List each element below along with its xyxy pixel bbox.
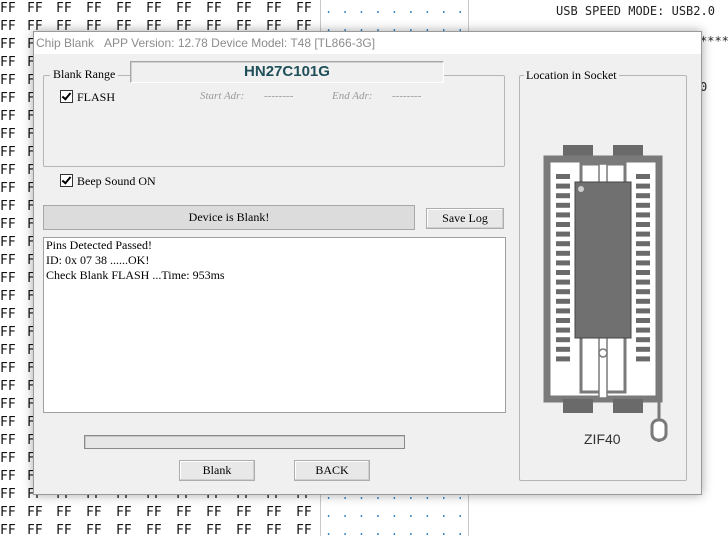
socket-pin xyxy=(636,356,650,362)
socket-pin xyxy=(556,202,570,208)
socket-pin xyxy=(556,174,570,179)
socket-pin xyxy=(556,308,570,314)
socket-pin xyxy=(556,183,570,189)
socket-pin xyxy=(556,318,570,323)
socket-pin xyxy=(556,222,570,227)
title-bar[interactable]: Chip Blank APP Version: 12.78 Device Mod… xyxy=(34,32,701,54)
status-bar: Device is Blank! xyxy=(43,205,415,230)
log-output[interactable]: Pins Detected Passed! ID: 0x 07 38 .....… xyxy=(43,237,506,413)
socket-pin xyxy=(556,193,570,199)
app-version-info: APP Version: 12.78 Device Model: T48 [TL… xyxy=(104,36,376,50)
flash-checkbox[interactable] xyxy=(60,90,73,103)
socket-pin xyxy=(556,327,570,333)
log-line: ID: 0x 07 38 ......OK! xyxy=(46,253,150,267)
chip-blank-dialog: Chip Blank APP Version: 12.78 Device Mod… xyxy=(33,31,702,495)
beep-sound-checkbox[interactable] xyxy=(60,174,73,187)
zif40-label: ZIF40 xyxy=(584,431,621,447)
socket-pin xyxy=(636,289,650,295)
blank-button[interactable]: Blank xyxy=(179,460,255,481)
socket-pin xyxy=(636,202,650,208)
save-log-button[interactable]: Save Log xyxy=(426,208,504,229)
stars-text: **** xyxy=(700,34,728,48)
chip-pin1-dot xyxy=(578,186,584,192)
socket-pin xyxy=(556,231,570,237)
location-in-socket-label: Location in Socket xyxy=(524,68,619,83)
start-address-label: Start Adr: xyxy=(200,90,245,102)
flash-label: FLASH xyxy=(77,90,116,104)
zif-socket-diagram xyxy=(543,145,668,442)
socket-pin xyxy=(556,356,570,362)
usb-speed-text: USB SPEED MODE: USB2.0 xyxy=(556,4,715,18)
end-address-value: -------- xyxy=(392,90,422,102)
socket-pin xyxy=(556,337,570,343)
socket-pin xyxy=(556,346,570,352)
socket-lever-handle xyxy=(650,418,668,442)
log-line: Pins Detected Passed! xyxy=(46,238,152,252)
socket-pin xyxy=(636,337,650,343)
start-address-value: -------- xyxy=(264,90,294,102)
window-title: Chip Blank xyxy=(36,36,95,50)
end-address-label: End Adr: xyxy=(332,90,373,102)
socket-pin xyxy=(636,260,650,266)
blank-range-group xyxy=(43,75,505,167)
socket-pin xyxy=(636,250,650,256)
progress-bar xyxy=(84,435,405,449)
log-line: Check Blank FLASH ...Time: 953ms xyxy=(46,268,225,282)
socket-pin xyxy=(636,183,650,189)
chip-body xyxy=(574,181,632,339)
socket-pin xyxy=(636,327,650,333)
socket-pin xyxy=(636,193,650,199)
beep-sound-label: Beep Sound ON xyxy=(77,174,156,188)
socket-pin xyxy=(636,241,650,247)
socket-lever-pivot xyxy=(598,348,608,358)
socket-pin xyxy=(636,308,650,314)
socket-pin xyxy=(556,279,570,285)
socket-bottom-tab xyxy=(563,399,593,413)
socket-bottom-tab xyxy=(613,399,643,413)
socket-pin xyxy=(636,298,650,304)
socket-pin xyxy=(556,250,570,256)
socket-pin xyxy=(556,270,570,275)
socket-pin xyxy=(636,231,650,237)
chip-name-display: HN27C101G xyxy=(130,61,444,83)
socket-pin xyxy=(636,174,650,179)
back-button[interactable]: BACK xyxy=(294,460,370,481)
socket-pin xyxy=(636,318,650,323)
socket-pin xyxy=(556,260,570,266)
socket-pin xyxy=(556,298,570,304)
socket-pin xyxy=(556,212,570,218)
socket-pin xyxy=(636,346,650,352)
socket-pin xyxy=(636,212,650,218)
socket-pin xyxy=(636,222,650,227)
socket-pin xyxy=(636,270,650,275)
socket-pin xyxy=(556,289,570,295)
blank-range-label: Blank Range xyxy=(50,67,119,82)
socket-pin xyxy=(556,241,570,247)
hex-column: FF FF FF FF FF FF FF FF FF FF FF FF FF F… xyxy=(0,1,16,536)
socket-pin xyxy=(636,279,650,285)
